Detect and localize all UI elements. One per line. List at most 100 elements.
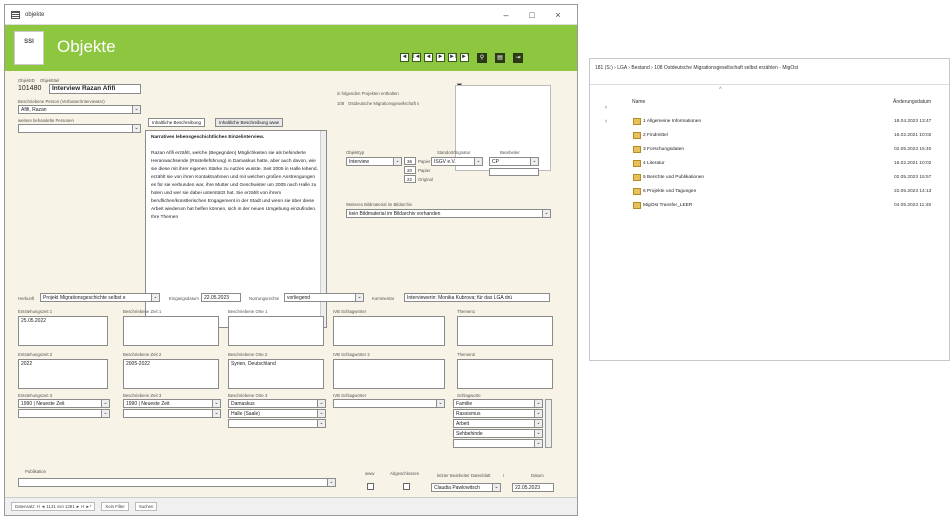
nutzung-label: Nutzungsrechte <box>249 296 280 301</box>
col-name[interactable]: Name <box>632 99 645 105</box>
ez2-field[interactable]: 2022 <box>18 359 108 389</box>
www-checkbox[interactable] <box>367 483 374 490</box>
maximize-button[interactable]: □ <box>519 10 545 20</box>
weitere-select[interactable]: ⌄ <box>18 124 141 133</box>
kommentar-label: Kommentar <box>372 296 395 301</box>
objekttyp-select[interactable]: Interview ⌄ <box>346 157 402 166</box>
schlag-3[interactable]: Arbeit ⌄ <box>453 419 543 428</box>
sw1-field[interactable] <box>333 316 445 346</box>
schlag-scrollbar[interactable] <box>545 399 552 448</box>
bearbeiter-label: Bearbeiter <box>500 150 520 155</box>
bz3-select[interactable]: 1990 | Neueste Zeit ⌄ <box>123 399 221 408</box>
chevron-down-icon[interactable]: ˅ <box>605 119 608 125</box>
minimize-button[interactable]: – <box>493 10 519 20</box>
bearbeiter-extra[interactable] <box>489 168 539 176</box>
ez2-label: Entstehungszeit 2 <box>18 352 53 357</box>
projekt-name[interactable]: Ostdeutsche Migrationsgesellschaft s <box>348 101 419 106</box>
nav-new-button[interactable]: ►* <box>460 53 469 62</box>
bz3-select-2[interactable]: ⌄ <box>123 409 221 418</box>
bz2-field[interactable]: 2005-2022 <box>123 359 219 389</box>
sw3-label: IVB Schlagwörter <box>333 393 367 398</box>
bo3-select-1[interactable]: Damaskus ⌄ <box>228 399 326 408</box>
filter-indicator[interactable]: Kein Filter <box>101 502 129 511</box>
list-item[interactable]: 5 Berichte und Publikationen 02.05.2023 1… <box>633 173 949 183</box>
print-icon[interactable]: ▤ <box>495 53 505 63</box>
datum-field[interactable]: 22.05.2023 <box>512 483 554 492</box>
form-header: SSI Objekte ◄ I◄ ◄ ► ►I ►* ⚲ ▤ ⇥ <box>5 25 577 71</box>
nav-next-button[interactable]: ► <box>436 53 445 62</box>
address-bar[interactable]: 181 (S:) › LGA › Bestand › 108 Ostdeutsc… <box>590 59 949 85</box>
herkunft-select[interactable]: Projekt Migrationsgeschichte selbst e ⌄ <box>40 293 160 302</box>
bo3-select-3[interactable]: ⌄ <box>228 419 326 428</box>
list-item[interactable]: 2 Findmittel 16.02.2021 10:02 <box>633 131 949 141</box>
letzter-select[interactable]: Claudia Pawlowitsch ⌄ <box>431 483 501 492</box>
th1-field[interactable] <box>457 316 553 346</box>
chevron-up-icon[interactable]: ˄ <box>605 105 608 111</box>
bo2-label: Beschriebene Orte 2 <box>228 352 268 357</box>
bz1-field[interactable] <box>123 316 219 346</box>
col-date[interactable]: Änderungsdatum <box>893 99 931 105</box>
list-item[interactable]: 3 Forschungsdaten 02.05.2023 15:40 <box>633 145 949 155</box>
kommentar-field[interactable]: Interviewerin: Monika Kubrova; für das L… <box>404 293 550 302</box>
schlag-1[interactable]: Familie ⌄ <box>453 399 543 408</box>
schlag-4[interactable]: Sehbehinde ⌄ <box>453 429 543 438</box>
anzahl-3[interactable]: 22 <box>404 175 416 183</box>
nav-prev-button[interactable]: ◄ <box>400 53 409 62</box>
eingang-field[interactable]: 22.05.2023 <box>201 293 241 302</box>
th2-field[interactable] <box>457 359 553 389</box>
anzahl-1[interactable]: 36 <box>404 157 416 165</box>
sw2-field[interactable] <box>333 359 445 389</box>
ez3-select-2[interactable]: ⌄ <box>18 409 110 418</box>
publikation-select[interactable]: ⌄ <box>18 478 336 487</box>
abgeschlossen-checkbox[interactable] <box>403 483 410 490</box>
sort-arrow-icon: ^ <box>719 87 722 93</box>
binoculars-icon[interactable]: ⚲ <box>477 53 487 63</box>
schlag-2[interactable]: Rassismus ⌄ <box>453 409 543 418</box>
search-field[interactable]: Suchen <box>134 502 158 511</box>
ez3-select[interactable]: 1990 | Neueste Zeit ⌄ <box>18 399 110 408</box>
objekttitel-field[interactable]: Interview Razan Afifi <box>49 84 141 94</box>
standort-label: Standort/Signatur <box>437 150 471 155</box>
form-title: Objekte <box>57 37 116 56</box>
standort-select[interactable]: ISGV e.V. ⌄ <box>431 157 483 166</box>
title-bar: objekte – □ × <box>5 5 577 25</box>
close-button[interactable]: × <box>545 10 571 20</box>
list-item[interactable]: MigOst Transfer_LEER 04.05.2023 11:48 <box>633 201 949 211</box>
list-item[interactable]: 4 Literatur 16.02.2021 10:02 <box>633 159 949 169</box>
tab-beschreibung-www[interactable]: Inhaltliche Beschreibung www <box>215 118 284 127</box>
access-window: objekte – □ × SSI Objekte ◄ I◄ ◄ ► ►I ►*… <box>4 4 578 516</box>
bildmaterial-select[interactable]: kein Bildmaterial im Bildarchiv vorhande… <box>346 209 551 218</box>
abgeschlossen-label: Abgeschlossen <box>390 471 420 476</box>
tab-beschreibung[interactable]: Inhaltliche Beschreibung <box>148 118 206 127</box>
bo3-label: Beschriebene Orte 3 <box>228 393 268 398</box>
nutzung-select[interactable]: vorliegend ⌄ <box>284 293 364 302</box>
bo1-field[interactable] <box>228 316 324 346</box>
schlag-5[interactable]: ⌄ <box>453 439 543 448</box>
bz3-label: Beschriebene Zeit 3 <box>123 393 162 398</box>
list-item[interactable]: 6 Projekte und Tagungen 22.05.2023 14:13 <box>633 187 949 197</box>
objektid-field[interactable]: 101480 <box>18 85 41 92</box>
bo2-field[interactable]: Syrien, Deutschland <box>228 359 324 389</box>
weitere-label: weitere behandelte Personen <box>18 118 74 123</box>
www-label: www <box>365 471 375 476</box>
nav-first-button[interactable]: I◄ <box>412 53 421 62</box>
ez1-field[interactable]: 25.05.2022 <box>18 316 108 346</box>
sw3-select[interactable]: ⌄ <box>333 399 445 408</box>
letzter-label: letzter Bearbeiter Datenblatt <box>437 473 491 478</box>
record-navigator[interactable]: Datensatz: H ◄ 1131 von 1391 ► H ►* <box>11 502 96 511</box>
ez1-label: Entstehungszeit 1 <box>18 309 53 314</box>
folder-icon <box>633 174 641 181</box>
nav-back-button[interactable]: ◄ <box>424 53 433 62</box>
form-body: ObjektID Objekttitel 101480 Interview Ra… <box>5 71 577 497</box>
anzahl-2[interactable]: 20 <box>404 166 416 174</box>
list-item[interactable]: 1 Allgemeine Informationen 18.04.2023 13:… <box>633 117 949 127</box>
status-bar: Datensatz: H ◄ 1131 von 1391 ► H ►* Kein… <box>5 497 577 515</box>
person-label: Beschriebene Person (Verfasser/Interview… <box>18 99 105 104</box>
exit-icon[interactable]: ⇥ <box>513 53 523 63</box>
bearbeiter-select[interactable]: CP ⌄ <box>489 157 539 166</box>
person-select[interactable]: Afifi, Razan ⌄ <box>18 105 141 114</box>
folder-icon <box>633 188 641 195</box>
folder-icon <box>633 160 641 167</box>
bo3-select-2[interactable]: Halle (Saale) ⌄ <box>228 409 326 418</box>
nav-last-button[interactable]: ►I <box>448 53 457 62</box>
